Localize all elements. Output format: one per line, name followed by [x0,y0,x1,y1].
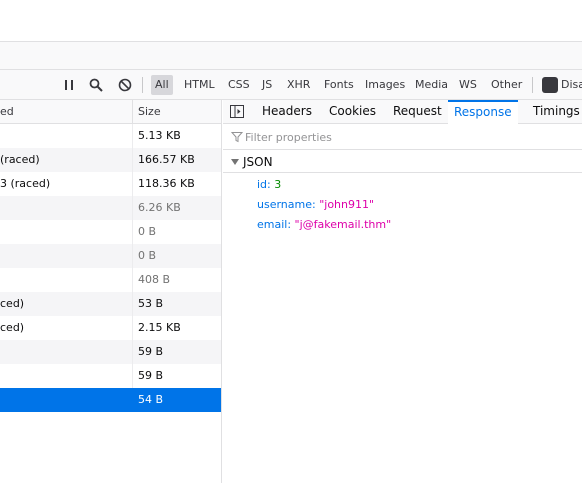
request-list-header: ed Size [0,100,221,124]
table-row[interactable]: 0 B [0,220,221,244]
json-property-username: username: "john911" [257,195,374,215]
transferred-cell: ced) [0,321,25,334]
size-cell: 54 B [138,393,164,406]
table-row[interactable]: 59 B [0,364,221,388]
pause-icon[interactable] [60,76,78,94]
search-icon[interactable] [87,76,105,94]
filter-media-button[interactable]: Media [411,75,452,95]
table-row[interactable]: ced) 2.15 KB [0,316,221,340]
filter-other-button[interactable]: Other [487,75,526,95]
size-cell: 6.26 KB [138,201,181,214]
details-tab-bar: Headers Cookies Request Response Timings [223,100,582,124]
column-divider [132,220,133,244]
table-row[interactable]: 3 (raced) 118.36 KB [0,172,221,196]
transferred-cell: 3 (raced) [0,177,51,190]
filter-css-button[interactable]: CSS [224,75,254,95]
table-row[interactable]: 59 B [0,340,221,364]
details-panel: Headers Cookies Request Response Timings… [223,100,582,483]
transferred-cell: ced) [0,297,25,310]
table-row[interactable]: (raced) 166.57 KB [0,148,221,172]
column-divider [132,340,133,364]
size-cell: 2.15 KB [138,321,181,334]
column-divider [132,364,133,388]
column-divider [132,388,133,412]
json-value: "j@fakemail.thm" [294,218,392,231]
size-cell: 59 B [138,369,164,382]
filter-ws-button[interactable]: WS [455,75,481,95]
table-row[interactable]: 6.26 KB [0,196,221,220]
size-cell: 118.36 KB [138,177,195,190]
tab-timings[interactable]: Timings [527,100,582,124]
json-section-label: JSON [243,155,273,169]
filter-properties-bar [223,125,582,150]
filter-properties-input[interactable] [245,128,565,146]
toolbar-divider [532,77,533,93]
column-header-size[interactable]: Size [138,100,161,124]
block-icon[interactable] [116,76,134,94]
json-property-email: email: "j@fakemail.thm" [257,215,391,235]
json-key: email: [257,218,292,231]
filter-fonts-button[interactable]: Fonts [320,75,358,95]
column-divider [132,148,133,172]
tab-request[interactable]: Request [387,100,448,124]
column-divider [132,316,133,340]
filter-all-button[interactable]: All [151,75,173,95]
request-list: ed Size 5.13 KB (raced) 166.57 KB 3 (raced)… [0,100,222,483]
devtools-tab-strip [0,41,582,70]
network-toolbar: All HTML CSS JS XHR Fonts Images Media W… [0,70,582,100]
size-cell: 408 B [138,273,171,286]
tab-headers[interactable]: Headers [256,100,318,124]
toolbar-divider [142,77,143,93]
column-divider [132,268,133,292]
size-cell: 166.57 KB [138,153,195,166]
filter-images-button[interactable]: Images [361,75,409,95]
table-row[interactable]: 5.13 KB [0,124,221,148]
size-cell: 59 B [138,345,164,358]
table-row[interactable]: ced) 53 B [0,292,221,316]
column-divider[interactable] [132,100,133,124]
tab-response[interactable]: Response [448,100,518,124]
filter-js-button[interactable]: JS [258,75,276,95]
toggle-panel-icon[interactable] [230,105,244,118]
transferred-cell: (raced) [0,153,40,166]
size-cell: 5.13 KB [138,129,181,142]
column-divider [132,292,133,316]
column-divider [132,244,133,268]
disable-cache-label: Disa [561,78,582,91]
table-row[interactable]: 408 B [0,268,221,292]
size-cell: 0 B [138,249,157,262]
column-header-transferred[interactable]: ed [0,100,14,124]
page-area [0,0,582,41]
column-divider [132,172,133,196]
filter-icon [230,131,244,143]
table-row[interactable]: 54 B [0,388,221,412]
json-key: id: [257,178,271,191]
collapse-triangle-icon[interactable] [231,159,239,165]
disable-cache-checkbox[interactable] [542,77,558,93]
json-key: username: [257,198,316,211]
column-divider [132,124,133,148]
json-section-header[interactable]: JSON [223,151,582,173]
json-value: "john911" [319,198,375,211]
filter-html-button[interactable]: HTML [180,75,219,95]
size-cell: 53 B [138,297,164,310]
request-rows: 5.13 KB (raced) 166.57 KB 3 (raced) 118.36 K… [0,124,221,412]
table-row[interactable]: 0 B [0,244,221,268]
column-divider [132,196,133,220]
size-cell: 0 B [138,225,157,238]
json-property-id: id: 3 [257,175,281,195]
filter-xhr-button[interactable]: XHR [283,75,314,95]
tab-cookies[interactable]: Cookies [323,100,382,124]
json-value: 3 [274,178,282,191]
